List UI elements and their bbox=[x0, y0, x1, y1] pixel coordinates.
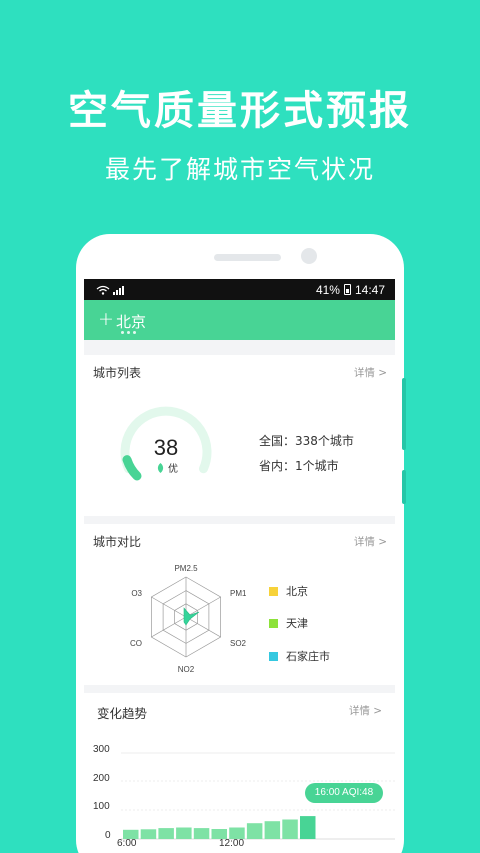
radar-chart: PM2.5 PM10 SO2 NO2 CO O3 bbox=[130, 564, 246, 674]
card-title: 城市列表 bbox=[93, 366, 142, 380]
phone-side-button bbox=[402, 378, 406, 450]
detail-link[interactable]: 详情 > bbox=[354, 365, 387, 380]
x-tick: 6:00 bbox=[117, 838, 137, 849]
battery-icon bbox=[343, 284, 351, 295]
radar-axis-label: O3 bbox=[131, 589, 142, 598]
page-indicator bbox=[121, 331, 136, 334]
legend-item: 天津 bbox=[269, 615, 308, 631]
y-tick: 300 bbox=[93, 744, 110, 755]
add-city-icon[interactable]: + bbox=[98, 309, 114, 329]
signal-icon bbox=[113, 285, 124, 295]
aqi-level: 优 bbox=[168, 464, 178, 475]
y-tick: 200 bbox=[93, 773, 110, 784]
status-bar: 41% 14:47 bbox=[84, 279, 395, 300]
battery-percent: 41% bbox=[315, 282, 340, 297]
radar-axis-label: NO2 bbox=[178, 665, 195, 674]
phone-camera bbox=[301, 248, 317, 264]
phone-sensor bbox=[274, 254, 281, 261]
aqi-value: 38 bbox=[153, 435, 179, 460]
phone-speaker bbox=[214, 254, 280, 261]
phone-side-button bbox=[402, 470, 406, 504]
wifi-icon bbox=[96, 285, 110, 295]
y-tick: 100 bbox=[93, 801, 110, 812]
chart-tooltip: 16:00 AQI:48 bbox=[305, 783, 383, 803]
legend-item: 北京 bbox=[269, 583, 308, 599]
radar-axis-label: PM2.5 bbox=[174, 564, 198, 573]
app-bar: + 北京 bbox=[84, 300, 395, 340]
card-title: 城市对比 bbox=[93, 535, 142, 549]
detail-link[interactable]: 详情 > bbox=[349, 703, 382, 718]
leaf-icon bbox=[157, 462, 164, 473]
radar-axis-label: SO2 bbox=[230, 639, 246, 648]
city-list-card[interactable]: 城市列表 详情 > 38 优 全国：338个城市 省内：1个城市 bbox=[84, 355, 395, 516]
promo-subtitle: 最先了解城市空气状况 bbox=[104, 155, 375, 184]
legend-item: 石家庄市 bbox=[269, 648, 330, 664]
radar-axis-label: PM10 bbox=[230, 589, 246, 598]
x-tick: 12:00 bbox=[219, 838, 245, 849]
radar-axis-label: CO bbox=[130, 639, 142, 648]
province-count: 省内：1个城市 bbox=[259, 459, 339, 473]
y-tick: 0 bbox=[105, 830, 111, 841]
card-title: 变化趋势 bbox=[97, 706, 148, 721]
promo-title: 空气质量形式预报 bbox=[68, 88, 412, 134]
trend-card[interactable]: 变化趋势 详情 > bbox=[84, 693, 395, 853]
detail-link[interactable]: 详情 > bbox=[354, 534, 387, 549]
app-screen: 41% 14:47 + 北京 城市列表 详情 > 38 优 全国：338个城市 … bbox=[84, 279, 395, 853]
national-count: 全国：338个城市 bbox=[259, 434, 354, 448]
city-compare-card[interactable]: 城市对比 详情 > PM2.5 PM10 SO2 NO2 CO O3 北京 天津 石家庄市 bbox=[84, 524, 395, 685]
current-city[interactable]: 北京 bbox=[116, 311, 146, 332]
clock: 14:47 bbox=[354, 282, 385, 297]
